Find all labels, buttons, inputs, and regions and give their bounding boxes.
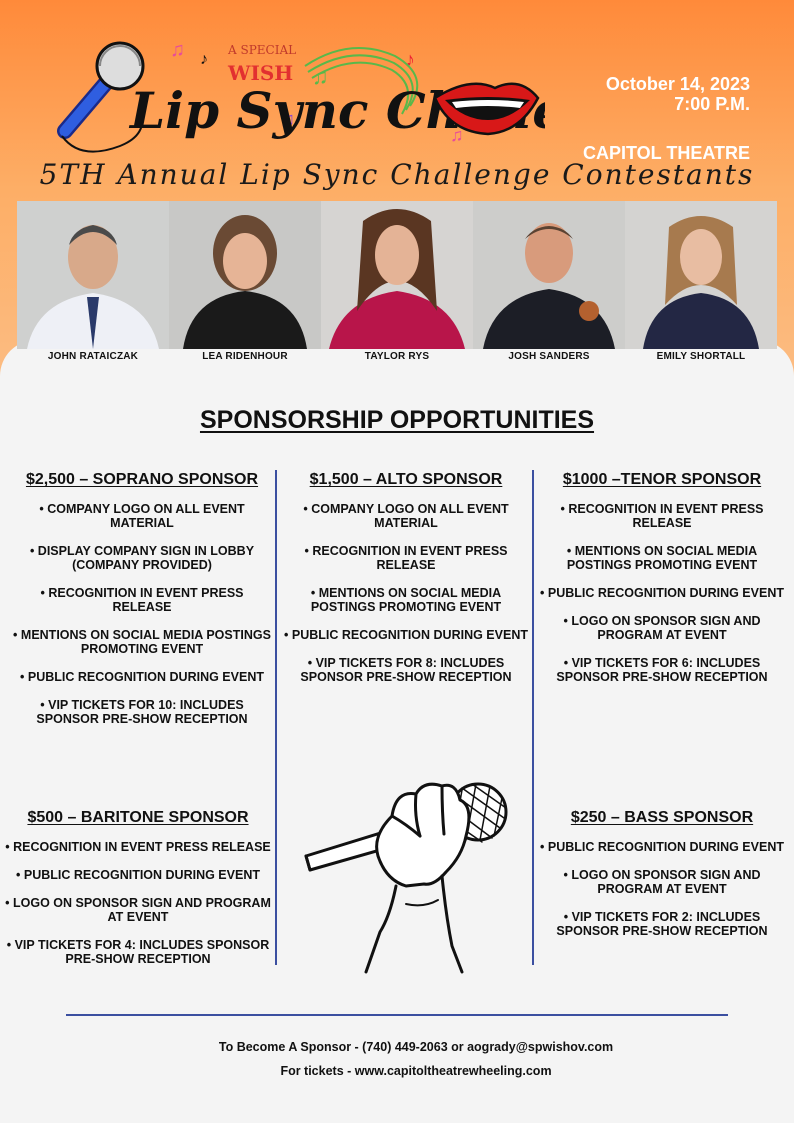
contestant-name: JOSH SANDERS (508, 351, 590, 362)
tier-benefit: RECOGNITION IN EVENT PRESS RELEASE (540, 502, 784, 530)
tier-benefit: RECOGNITION IN EVENT PRESS RELEASE (12, 586, 272, 614)
tier-benefit: LOGO ON SPONSOR SIGN AND PROGRAM AT EVEN… (0, 896, 276, 924)
contestant-photos (17, 201, 777, 349)
contestant-photo (169, 201, 321, 349)
contact-info: To Become A Sponsor - (740) 449-2063 or … (0, 1035, 794, 1083)
event-info: October 14, 2023 7:00 P.M. CAPITOL THEAT… (583, 74, 750, 163)
contestant-photo (321, 201, 473, 349)
contestant-names: JOHN RATAICZAK LEA RIDENHOUR TAYLOR RYS … (17, 351, 777, 362)
contestant-photo (473, 201, 625, 349)
event-time: 7:00 P.M. (674, 94, 750, 114)
baritone-tier: $500 – BARITONE SPONSOR RECOGNITION IN E… (0, 808, 276, 980)
tier-title: $250 – BASS SPONSOR (570, 809, 754, 826)
tier-benefit: RECOGNITION IN EVENT PRESS RELEASE (284, 544, 528, 572)
sponsorship-heading: SPONSORSHIP OPPORTUNITIES (199, 406, 595, 434)
tier-benefit: COMPANY LOGO ON ALL EVENT MATERIAL (284, 502, 528, 530)
tier-benefit: MENTIONS ON SOCIAL MEDIA POSTINGS PROMOT… (284, 586, 528, 614)
bass-tier: $250 – BASS SPONSOR PUBLIC RECOGNITION D… (540, 808, 784, 952)
tier-benefit: LOGO ON SPONSOR SIGN AND PROGRAM AT EVEN… (540, 614, 784, 642)
tier-benefit: MENTIONS ON SOCIAL MEDIA POSTINGS PROMOT… (540, 544, 784, 572)
svg-text:♫: ♫ (170, 39, 185, 61)
contestant-name: EMILY SHORTALL (656, 351, 746, 362)
tier-benefit: PUBLIC RECOGNITION DURING EVENT (12, 670, 272, 684)
tier-benefit: PUBLIC RECOGNITION DURING EVENT (540, 586, 784, 600)
tier-benefit: VIP TICKETS FOR 2: INCLUDES SPONSOR PRE-… (540, 910, 784, 938)
alto-tier: $1,500 – ALTO SPONSOR COMPANY LOGO ON AL… (284, 470, 528, 698)
tier-benefit: VIP TICKETS FOR 4: INCLUDES SPONSOR PRE-… (0, 938, 276, 966)
tier-benefit: VIP TICKETS FOR 10: INCLUDES SPONSOR PRE… (12, 698, 272, 726)
contestant-photo (625, 201, 777, 349)
tier-benefit: DISPLAY COMPANY SIGN IN LOBBY (COMPANY P… (12, 544, 272, 572)
tier-benefit: RECOGNITION IN EVENT PRESS RELEASE (0, 840, 276, 854)
tier-title: $1,500 – ALTO SPONSOR (309, 471, 503, 488)
tier-benefit: PUBLIC RECOGNITION DURING EVENT (540, 840, 784, 854)
tier-title: $1000 –TENOR SPONSOR (562, 471, 762, 488)
contestants-title: 5TH Annual Lip Sync Challenge Contestant… (39, 158, 755, 191)
tier-benefit: VIP TICKETS FOR 6: INCLUDES SPONSOR PRE-… (540, 656, 784, 684)
tier-benefit: VIP TICKETS FOR 8: INCLUDES SPONSOR PRE-… (284, 656, 528, 684)
contestant-name: LEA RIDENHOUR (202, 351, 288, 362)
hand-microphone-icon (304, 782, 508, 974)
tier-benefit: MENTIONS ON SOCIAL MEDIA POSTINGS PROMOT… (12, 628, 272, 656)
event-date: October 14, 2023 (605, 74, 750, 94)
tier-title: $2,500 – SOPRANO SPONSOR (25, 471, 259, 488)
soprano-tier: $2,500 – SOPRANO SPONSOR COMPANY LOGO ON… (12, 470, 272, 740)
tier-benefit: LOGO ON SPONSOR SIGN AND PROGRAM AT EVEN… (540, 868, 784, 896)
contestant-name: JOHN RATAICZAK (47, 351, 139, 362)
footer-divider (66, 1014, 728, 1016)
logo-top-text: A SPECIAL (227, 43, 296, 57)
tier-benefit: PUBLIC RECOGNITION DURING EVENT (284, 628, 528, 642)
tier-benefit: COMPANY LOGO ON ALL EVENT MATERIAL (12, 502, 272, 530)
contestant-photo (17, 201, 169, 349)
contestant-name: TAYLOR RYS (364, 351, 430, 362)
lip-sync-challenge-logo: ♫ ♪ ♫ ♫ ♪ ♫ A SPECIAL WISH Lip Sync Chal… (57, 39, 545, 153)
sponsor-contact: To Become A Sponsor - (740) 449-2063 or … (218, 1040, 614, 1054)
tier-benefit: PUBLIC RECOGNITION DURING EVENT (0, 868, 276, 882)
column-divider (532, 470, 534, 965)
tier-title: $500 – BARITONE SPONSOR (27, 809, 249, 826)
tenor-tier: $1000 –TENOR SPONSOR RECOGNITION IN EVEN… (540, 470, 784, 698)
svg-text:♪: ♪ (200, 51, 208, 68)
tickets-contact: For tickets - www.capitoltheatrewheeling… (280, 1064, 552, 1078)
